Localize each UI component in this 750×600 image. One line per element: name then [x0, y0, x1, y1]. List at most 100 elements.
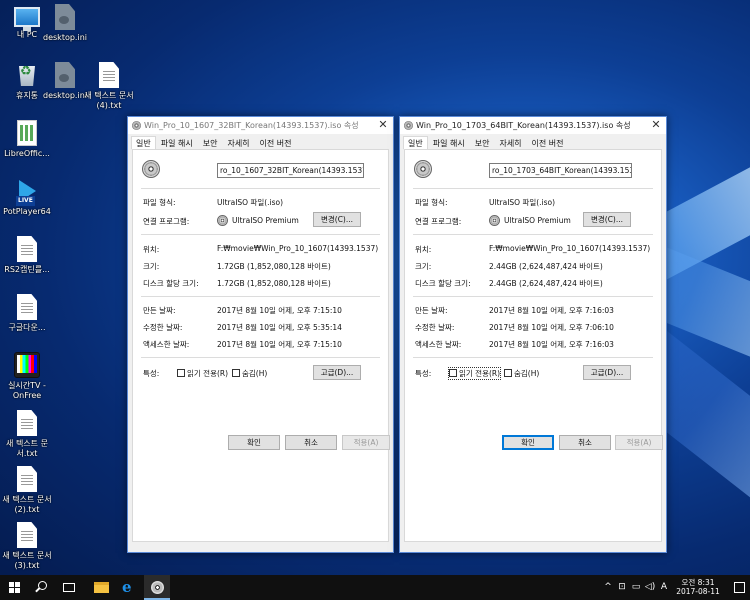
desktop-icon-libreoffice[interactable]: LibreOffic...	[0, 120, 54, 159]
desktop-icon-google[interactable]: 구글다운...	[0, 294, 54, 333]
desktop-icon-realtime-tv[interactable]: 실시간TV - OnFree	[0, 352, 54, 401]
tab-general[interactable]: 일반	[403, 136, 428, 150]
location-label: 위치:	[143, 245, 160, 254]
internet-explorer-button[interactable]: e	[116, 575, 142, 600]
ok-button[interactable]: 확인	[502, 435, 554, 450]
desktop-icon-text-file-3[interactable]: 새 텍스트 문서 (3).txt	[0, 522, 54, 571]
desktop-icon-label: 내 PC	[16, 30, 38, 39]
tab-details[interactable]: 자세히	[222, 136, 254, 150]
size-value: 2.44GB (2,624,487,424 바이트)	[489, 262, 603, 271]
divider	[141, 234, 380, 235]
desktop-icon-text-file[interactable]: 새 텍스트 문서.txt	[0, 410, 54, 459]
close-button[interactable]: ✕	[649, 118, 663, 132]
tab-file-hash[interactable]: 파일 해시	[156, 136, 198, 150]
apply-button[interactable]: 적용(A)	[615, 435, 663, 450]
change-button[interactable]: 변경(C)...	[583, 212, 631, 227]
disc-image-icon	[414, 160, 432, 178]
open-with-value: UltraISO Premium	[504, 216, 571, 225]
modified-value: 2017년 8월 10일 어제, 오후 7:06:10	[489, 323, 614, 332]
desktop-icon-rs2[interactable]: RS2캡틴를...	[0, 236, 54, 275]
properties-window-32bit[interactable]: Win_Pro_10_1607_32BIT_Korean(14393.1537)…	[127, 116, 394, 553]
clock[interactable]: 오전 8:31 2017-08-11	[672, 578, 724, 596]
modified-label: 수정한 날짜:	[143, 323, 183, 332]
desktop-icon-label: desktop.ini	[43, 33, 87, 42]
size-label: 크기:	[143, 262, 160, 271]
advanced-button[interactable]: 고급(D)...	[313, 365, 361, 380]
cancel-button[interactable]: 취소	[559, 435, 611, 450]
tab-file-hash[interactable]: 파일 해시	[428, 136, 470, 150]
created-label: 만든 날짜:	[143, 306, 176, 315]
open-with-label: 연결 프로그램:	[143, 217, 190, 226]
cancel-button[interactable]: 취소	[285, 435, 337, 450]
readonly-label: 읽기 전용(R)	[187, 369, 229, 378]
task-view-icon	[63, 583, 75, 592]
hidden-checkbox[interactable]: 숨김(H)	[504, 368, 539, 379]
desktop-icon-potplayer[interactable]: PotPlayer64	[0, 178, 54, 217]
search-icon	[38, 581, 47, 590]
title-bar[interactable]: Win_Pro_10_1703_64BIT_Korean(14393.1537)…	[400, 117, 666, 134]
desktop-icon-text-file-4[interactable]: 새 텍스트 문서 (4).txt	[82, 62, 136, 111]
tray-overflow-chevron[interactable]: ^	[602, 575, 614, 600]
internet-explorer-icon: e	[122, 578, 132, 596]
readonly-checkbox[interactable]: 읽기 전용(R)	[447, 367, 502, 380]
properties-window-64bit[interactable]: Win_Pro_10_1703_64BIT_Korean(14393.1537)…	[399, 116, 667, 553]
hidden-checkbox[interactable]: 숨김(H)	[232, 368, 267, 379]
hidden-label: 숨김(H)	[242, 369, 268, 378]
accessed-value: 2017년 8월 10일 어제, 오후 7:16:03	[489, 340, 614, 349]
title-bar[interactable]: Win_Pro_10_1607_32BIT_Korean(14393.1537)…	[128, 117, 393, 134]
network-icon[interactable]: ⊡	[616, 575, 628, 600]
tv-icon	[14, 352, 40, 378]
ime-indicator[interactable]: A	[658, 575, 670, 600]
close-button[interactable]: ✕	[376, 118, 390, 132]
readonly-checkbox[interactable]: 읽기 전용(R)	[177, 368, 228, 379]
disc-image-icon	[404, 121, 413, 130]
size-value: 1.72GB (1,852,080,128 바이트)	[217, 262, 331, 271]
tab-bar: 일반 파일 해시 보안 자세히 이전 버전	[403, 136, 569, 150]
divider	[141, 296, 380, 297]
desktop-icon-desktop-ini[interactable]: desktop.ini	[38, 4, 92, 43]
tab-details[interactable]: 자세히	[494, 136, 526, 150]
tab-security[interactable]: 보안	[198, 136, 223, 150]
location-label: 위치:	[415, 245, 432, 254]
divider	[413, 188, 653, 189]
change-button[interactable]: 변경(C)...	[313, 212, 361, 227]
action-center-icon[interactable]	[734, 582, 745, 593]
apply-button[interactable]: 적용(A)	[342, 435, 390, 450]
filename-field[interactable]: ro_10_1607_32BIT_Korean(14393.1537).iso	[217, 163, 364, 178]
filename-field[interactable]: ro_10_1703_64BIT_Korean(14393.1537).iso	[489, 163, 632, 178]
text-file-icon	[17, 410, 37, 436]
advanced-button[interactable]: 고급(D)...	[583, 365, 631, 380]
desktop-icon-label: 휴지통	[15, 91, 39, 100]
start-button[interactable]	[2, 575, 28, 600]
windows-logo-icon	[9, 582, 20, 593]
accessed-label: 액세스한 날짜:	[415, 340, 462, 349]
search-button[interactable]	[29, 575, 55, 600]
ultraiso-taskbar-button[interactable]	[144, 575, 170, 600]
ok-button[interactable]: 확인	[228, 435, 280, 450]
volume-icon[interactable]: ◁)	[644, 575, 656, 600]
checkbox-box	[504, 369, 512, 377]
folder-icon	[94, 582, 109, 593]
tab-previous-versions[interactable]: 이전 버전	[527, 136, 569, 150]
divider	[413, 296, 653, 297]
potplayer-icon	[14, 178, 40, 206]
libreoffice-calc-icon	[17, 120, 37, 146]
task-view-button[interactable]	[56, 575, 82, 600]
display-icon[interactable]: ▭	[630, 575, 642, 600]
divider	[413, 357, 653, 358]
checkbox-box	[177, 369, 185, 377]
disc-image-icon	[132, 121, 141, 130]
accessed-label: 액세스한 날짜:	[143, 340, 190, 349]
desktop-icon-label: 새 텍스트 문서 (3).txt	[2, 551, 52, 570]
desktop-icon-text-file-2[interactable]: 새 텍스트 문서 (2).txt	[0, 466, 54, 515]
divider	[413, 234, 653, 235]
tab-general[interactable]: 일반	[131, 136, 156, 150]
checkbox-box	[232, 369, 240, 377]
tab-previous-versions[interactable]: 이전 버전	[255, 136, 297, 150]
file-explorer-button[interactable]	[88, 575, 114, 600]
taskbar: e ^ ⊡ ▭ ◁) A 오전 8:31 2017-08-11	[0, 575, 750, 600]
size-on-disk-label: 디스크 할당 크기:	[415, 279, 471, 288]
created-label: 만든 날짜:	[415, 306, 448, 315]
tab-security[interactable]: 보안	[470, 136, 495, 150]
modified-label: 수정한 날짜:	[415, 323, 455, 332]
